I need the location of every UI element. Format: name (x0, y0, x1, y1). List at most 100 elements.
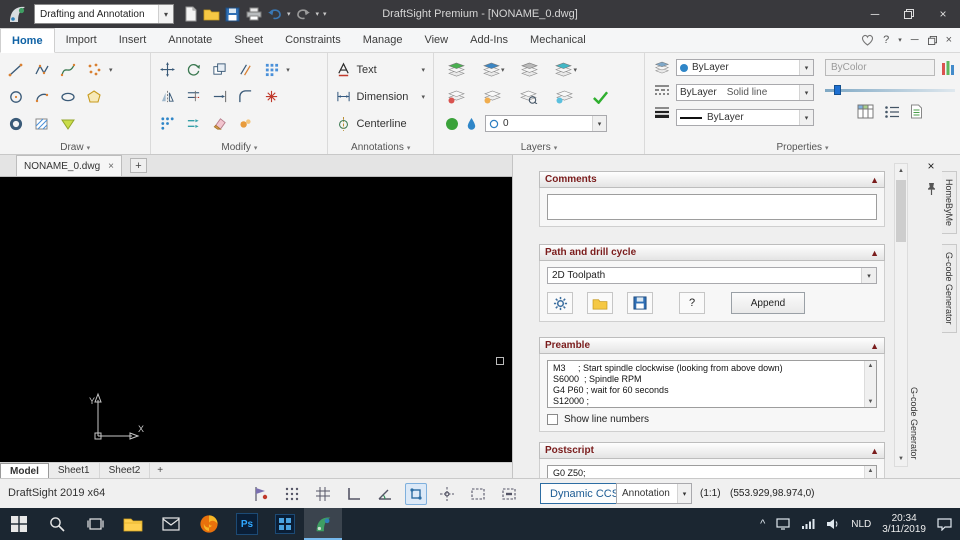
scroll-up-icon[interactable]: ▲ (895, 164, 907, 178)
tab-insert[interactable]: Insert (108, 28, 158, 52)
postscript-code-editor[interactable]: G0 Z50; ▲ (547, 465, 877, 478)
sheet-tab-sheet1[interactable]: Sheet1 (49, 463, 100, 478)
annotation-dropdown-icon[interactable]: ▾ (677, 484, 691, 503)
snap-toggle[interactable] (281, 483, 303, 505)
toolpath-select[interactable]: 2D Toolpath ▾ (547, 267, 877, 284)
undo-dropdown-icon[interactable]: ▾ (287, 10, 291, 18)
palette-columns-icon[interactable] (941, 60, 955, 76)
rotate-tool[interactable] (182, 59, 204, 81)
open-toolpath-button[interactable] (587, 292, 613, 314)
doc-minimize-icon[interactable]: ─ (911, 34, 919, 46)
app-icon-grid[interactable] (266, 508, 304, 540)
trim-tool[interactable] (182, 86, 204, 108)
tab-add-ins[interactable]: Add-Ins (459, 28, 519, 52)
start-button[interactable] (0, 508, 38, 540)
scroll-up-icon[interactable]: ▲ (868, 361, 874, 371)
thaw-layer-button[interactable] (554, 86, 576, 108)
print-button[interactable] (243, 3, 264, 25)
dimension-tool[interactable]: Dimension ▾ (333, 83, 428, 110)
lineweight-dropdown-icon[interactable]: ▾ (799, 110, 813, 125)
mirror-tool[interactable] (156, 86, 178, 108)
etrack-toggle[interactable] (436, 483, 458, 505)
preamble-scrollbar[interactable]: ▲ ▼ (864, 361, 876, 407)
slider-handle[interactable] (834, 85, 841, 95)
firefox-icon[interactable] (190, 508, 228, 540)
favorites-heart-icon[interactable] (861, 34, 874, 46)
document-tab[interactable]: NONAME_0.dwg × (16, 155, 122, 176)
layer-states-button[interactable]: ▾ (482, 59, 504, 81)
palette-tab-gcode-generator[interactable]: G-code Generator (942, 244, 957, 333)
new-file-button[interactable] (180, 3, 201, 25)
weld-tool[interactable] (234, 113, 256, 135)
language-indicator[interactable]: NLD (851, 519, 871, 530)
array-tool[interactable] (156, 113, 178, 135)
window-restore-button[interactable] (892, 0, 926, 28)
window-minimize-button[interactable]: ─ (858, 0, 892, 28)
postscript-scrollbar[interactable]: ▲ (864, 466, 876, 478)
green-check-icon[interactable] (590, 86, 612, 108)
tab-sheet[interactable]: Sheet (223, 28, 274, 52)
help-icon[interactable]: ? (883, 34, 889, 46)
toolpath-dropdown-icon[interactable]: ▾ (861, 268, 876, 283)
linecolor-combo[interactable]: ByLayer ▾ (676, 59, 814, 76)
arc-tool[interactable] (31, 86, 53, 108)
copy-tool[interactable] (208, 59, 230, 81)
help-button[interactable]: ? (679, 292, 705, 314)
spline-tool[interactable] (57, 59, 79, 81)
taskbar-search-button[interactable] (38, 508, 76, 540)
tab-mechanical[interactable]: Mechanical (519, 28, 597, 52)
collapse-icon[interactable]: ▲ (870, 341, 879, 351)
hide-layer-button[interactable] (446, 86, 468, 108)
add-sheet-button[interactable]: + (150, 463, 170, 478)
postscript-section-header[interactable]: Postscript ▲ (539, 442, 885, 459)
redo-button[interactable] (293, 3, 314, 25)
undo-button[interactable] (264, 3, 285, 25)
scroll-up-icon[interactable]: ▲ (868, 466, 874, 476)
polygon-tool[interactable] (83, 86, 105, 108)
fillet-tool[interactable] (234, 86, 256, 108)
linestyle-icon[interactable] (654, 84, 670, 96)
centerline-tool[interactable]: Centerline (333, 110, 428, 137)
match-properties-icon[interactable] (654, 61, 670, 74)
polyline-tool[interactable] (31, 59, 53, 81)
text-tool[interactable]: Text ▾ (333, 56, 428, 83)
drawing-canvas[interactable]: Y X (0, 177, 512, 462)
layer-combo[interactable]: 0 ▾ (484, 115, 607, 132)
group-label-properties[interactable]: Properties ▾ (645, 142, 960, 153)
doc-restore-icon[interactable] (927, 35, 937, 45)
task-view-button[interactable] (76, 508, 114, 540)
lineweight-icon[interactable] (654, 106, 670, 118)
polar-toggle[interactable] (374, 483, 396, 505)
save-gcode-button[interactable] (627, 292, 653, 314)
report-sheet-icon[interactable] (910, 104, 923, 119)
group-label-modify[interactable]: Modify ▾ (151, 142, 327, 153)
auto-hide-pin-icon[interactable] (926, 182, 937, 196)
pattern-tool[interactable] (260, 59, 282, 81)
layer-preview-button[interactable] (518, 59, 540, 81)
tab-home[interactable]: Home (0, 28, 55, 53)
tab-view[interactable]: View (413, 28, 459, 52)
layer-combo-dropdown-icon[interactable]: ▾ (591, 116, 606, 131)
esnap-toggle[interactable] (405, 483, 427, 505)
list-icon[interactable] (884, 105, 900, 119)
isolate-layer-button[interactable] (518, 86, 540, 108)
modify-flyout-icon[interactable]: ▾ (286, 66, 290, 74)
network-icon[interactable] (801, 518, 815, 530)
layer-status-icon[interactable] (445, 117, 458, 130)
volume-icon[interactable] (826, 518, 840, 530)
point-tool[interactable] (83, 59, 105, 81)
doc-close-icon[interactable]: × (946, 34, 952, 46)
show-line-numbers-checkbox[interactable] (547, 414, 558, 425)
comments-section-header[interactable]: Comments ▲ (539, 171, 885, 188)
layer-tools-button[interactable]: ▾ (554, 59, 577, 81)
collapse-icon[interactable]: ▲ (870, 446, 879, 456)
scrollbar-thumb[interactable] (896, 180, 906, 242)
move-tool[interactable] (156, 59, 178, 81)
collapse-icon[interactable]: ▲ (870, 175, 879, 185)
linecolor-dropdown-icon[interactable]: ▾ (799, 60, 813, 75)
transparency-droplet-icon[interactable] (466, 117, 477, 131)
text-dropdown-icon[interactable]: ▾ (421, 66, 425, 74)
window-close-button[interactable]: × (926, 0, 960, 28)
grid-toggle[interactable] (312, 483, 334, 505)
linestyle-combo[interactable]: ByLayer Solid line ▾ (676, 84, 814, 101)
